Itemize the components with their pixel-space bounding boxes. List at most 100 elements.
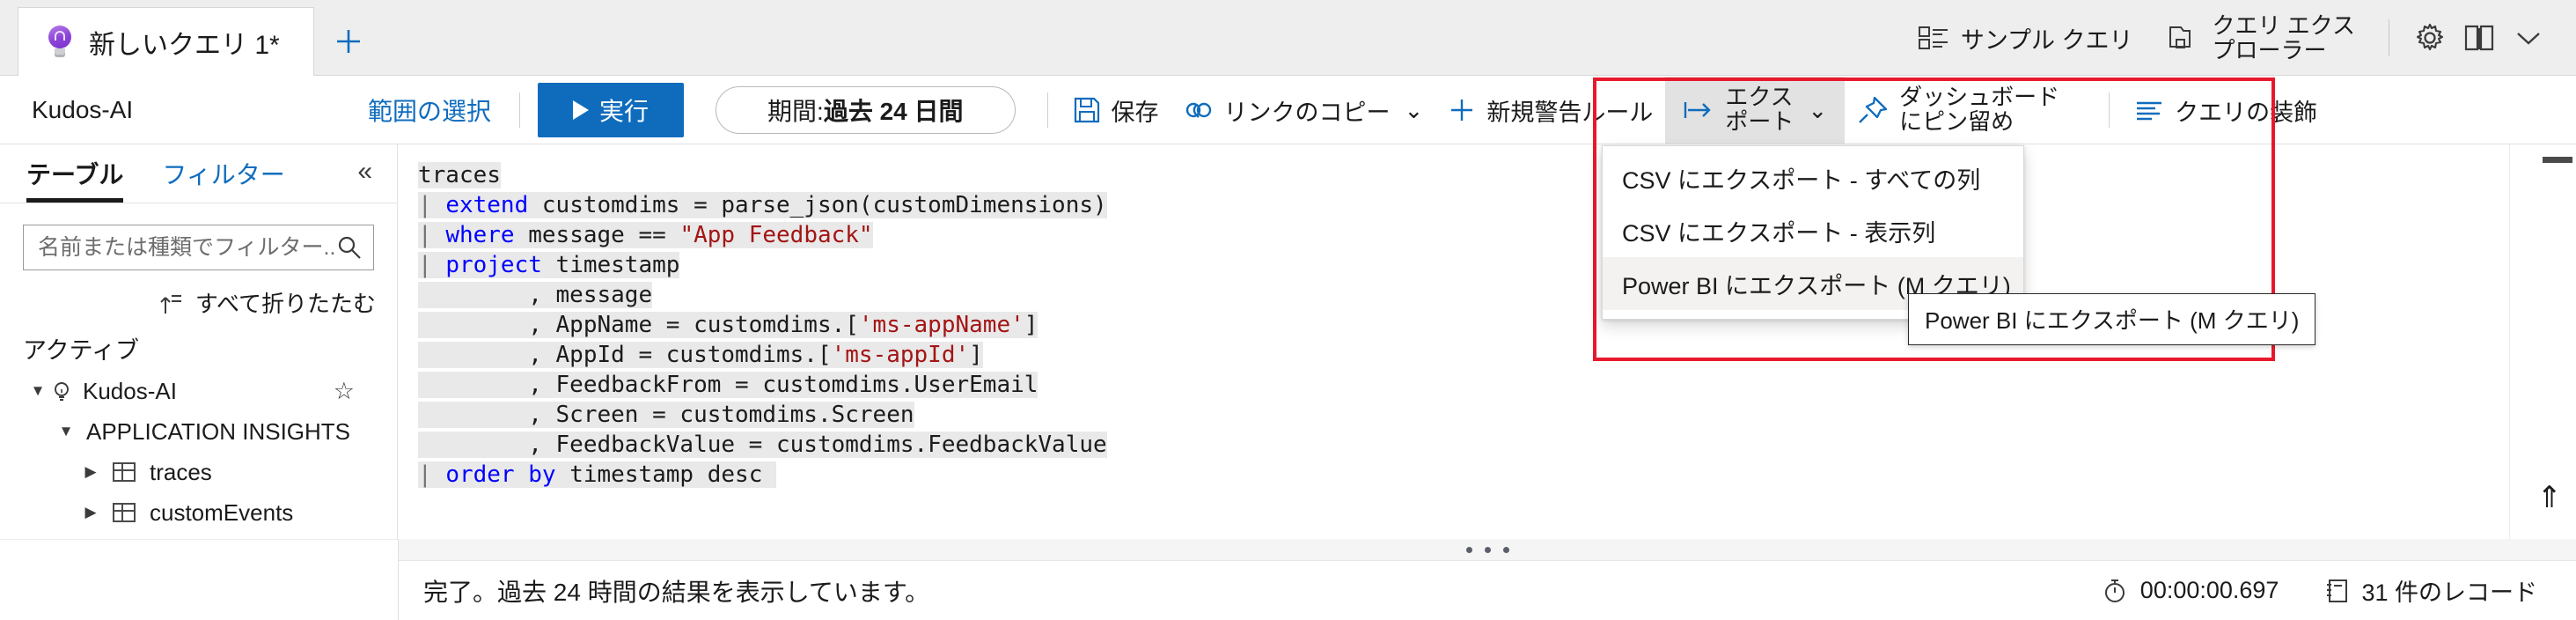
- run-button[interactable]: 実行: [538, 83, 684, 137]
- tree-item-label: traces: [150, 459, 212, 486]
- code-token: |: [418, 461, 445, 488]
- query-explorer-icon: [2169, 24, 2200, 52]
- pin-label: ダッシュボード にピン留め: [1899, 85, 2059, 134]
- left-panel-footer: [0, 539, 399, 620]
- new-query-tab-button[interactable]: [314, 7, 383, 76]
- collapse-all-icon: [157, 291, 183, 315]
- query-explorer-label-line2: プローラー: [2213, 38, 2355, 63]
- timer-icon: [2102, 578, 2128, 604]
- new-alert-rule-button[interactable]: 新規警告ルール: [1435, 76, 1665, 144]
- tab-filters[interactable]: フィルター: [162, 144, 284, 203]
- search-input[interactable]: [38, 235, 336, 261]
- command-divider-3: [2109, 92, 2110, 128]
- sample-queries-label: サンプル クエリ: [1961, 21, 2133, 55]
- code-line: | project timestamp: [418, 250, 1107, 280]
- code-token: "App Feedback": [679, 222, 872, 248]
- tree-item-kudos-ai[interactable]: ▼ Kudos-AI ☆: [0, 371, 397, 411]
- query-tab-1[interactable]: 新しいクエリ 1*: [18, 7, 314, 76]
- pin-label-line2: にピン留め: [1899, 110, 2059, 135]
- status-bar-metrics: 00:00:00.697 31 件のレコード: [2102, 573, 2576, 608]
- code-token: customdims = parse_json(customDimensions…: [528, 192, 1106, 218]
- tree-item-label: Kudos-AI: [83, 378, 177, 405]
- code-token: , Screen = customdims.Screen: [418, 402, 914, 428]
- tree-item-traces[interactable]: ▶ traces: [0, 452, 397, 492]
- save-icon: [1073, 96, 1101, 124]
- code-token: 'ms-appId': [832, 342, 970, 368]
- records-icon: [2324, 578, 2349, 604]
- export-button[interactable]: エクス ポート ⌄: [1665, 77, 1845, 144]
- export-label: エクス ポート: [1725, 85, 1794, 134]
- query-code[interactable]: traces| extend customdims = parse_json(c…: [418, 160, 1107, 490]
- record-count-value: 31 件のレコード: [2361, 573, 2537, 608]
- pin-to-dashboard-button[interactable]: ダッシュボード にピン留め: [1845, 76, 2072, 144]
- collapse-editor-button[interactable]: ⇑: [2537, 483, 2563, 513]
- code-token: message ==: [515, 222, 680, 248]
- plus-icon: [333, 26, 364, 57]
- code-token: order by: [445, 461, 555, 488]
- kusto-query-page: 新しいクエリ 1* サンプル クエリ: [0, 0, 2576, 620]
- code-token: |: [418, 192, 445, 218]
- chevron-collapsed-icon[interactable]: ▶: [79, 504, 102, 521]
- export-menu-item-label: CSV にエクスポート - 表示列: [1622, 214, 1935, 248]
- collapse-panel-icon[interactable]: «: [357, 157, 372, 187]
- run-button-label: 実行: [599, 92, 649, 128]
- tree-item-customevents[interactable]: ▶ customEvents: [0, 492, 397, 533]
- chevron-expanded-icon[interactable]: ▼: [26, 382, 49, 400]
- chevron-down-icon[interactable]: ⌄: [1808, 97, 1827, 124]
- code-token: ]: [1024, 312, 1038, 338]
- format-query-button[interactable]: クエリの装飾: [2122, 76, 2330, 144]
- code-line: | where message == "App Feedback": [418, 220, 1107, 250]
- command-bar: Kudos-AI 範囲の選択 実行 期間: 過去 24 日間 保存: [0, 76, 2576, 144]
- save-button[interactable]: 保存: [1060, 76, 1171, 144]
- code-line: traces: [418, 160, 1107, 190]
- new-alert-rule-label: 新規警告ルール: [1486, 93, 1653, 128]
- sample-query-icon: [1919, 25, 1949, 51]
- filter-search-box[interactable]: [23, 225, 374, 270]
- query-duration-value: 00:00:00.697: [2140, 577, 2279, 604]
- pin-label-line1: ダッシュボード: [1899, 85, 2059, 110]
- collapse-all-label: すべて折りたたむ: [195, 286, 376, 319]
- time-range-prefix: 期間:: [767, 92, 824, 128]
- more-options-button[interactable]: [2504, 0, 2553, 76]
- code-token: |: [418, 222, 445, 248]
- sample-queries-button[interactable]: サンプル クエリ: [1901, 0, 2151, 76]
- save-label: 保存: [1112, 93, 1159, 128]
- status-message: 完了。過去 24 時間の結果を表示しています。: [423, 573, 929, 609]
- favorite-star-icon[interactable]: ☆: [334, 378, 355, 405]
- copy-link-button[interactable]: リンクのコピー ⌄: [1171, 76, 1436, 144]
- code-token: |: [418, 252, 445, 278]
- code-token: , message: [418, 282, 652, 308]
- chevron-collapsed-icon[interactable]: ▶: [79, 463, 102, 481]
- chevron-expanded-icon[interactable]: ▼: [55, 423, 77, 440]
- code-token: extend: [445, 192, 528, 218]
- pin-icon: [1857, 95, 1889, 125]
- time-range-picker[interactable]: 期間: 過去 24 日間: [716, 86, 1016, 134]
- collapse-all-button[interactable]: すべて折りたたむ: [0, 286, 376, 319]
- tab-strip: 新しいクエリ 1* サンプル クエリ: [0, 0, 2576, 76]
- export-menu-item-label: CSV にエクスポート - すべての列: [1622, 161, 1980, 196]
- export-menu-item-1[interactable]: CSV にエクスポート - 表示列: [1603, 204, 2023, 257]
- chevron-down-icon[interactable]: ⌄: [1405, 97, 1424, 124]
- code-token: project: [445, 252, 542, 278]
- code-token: timestamp desc: [556, 461, 776, 488]
- settings-button[interactable]: [2405, 0, 2455, 76]
- export-menu-item-0[interactable]: CSV にエクスポート - すべての列: [1603, 151, 2023, 204]
- lightbulb-outline-icon: [49, 379, 74, 403]
- editor-results-splitter[interactable]: [399, 539, 2576, 560]
- book-icon: [2462, 23, 2496, 53]
- query-explorer-button[interactable]: クエリ エクス プローラー: [2151, 0, 2373, 76]
- code-token: , FeedbackValue = customdims.FeedbackVal…: [418, 432, 1107, 458]
- tree-item-application-insights[interactable]: ▼ APPLICATION INSIGHTS: [0, 411, 397, 452]
- code-token: , AppName = customdims.[: [418, 312, 859, 338]
- format-query-label: クエリの装飾: [2175, 93, 2317, 128]
- tab-strip-actions: サンプル クエリ クエリ エクス プローラー: [1901, 0, 2576, 76]
- select-scope-link[interactable]: 範囲の選択: [352, 92, 507, 128]
- editor-scrollbar-thumb[interactable]: [2543, 157, 2572, 163]
- search-icon[interactable]: [336, 234, 363, 261]
- chevron-down-icon: [2514, 28, 2543, 48]
- query-tab-label: 新しいクエリ 1*: [89, 23, 280, 62]
- left-panel: テーブル フィルター « すべて折りたたむ アクティブ ▼: [0, 144, 398, 539]
- tab-tables[interactable]: テーブル: [26, 144, 123, 203]
- export-tooltip: Power BI にエクスポート (M クエリ): [1908, 293, 2315, 345]
- help-button[interactable]: [2455, 0, 2504, 76]
